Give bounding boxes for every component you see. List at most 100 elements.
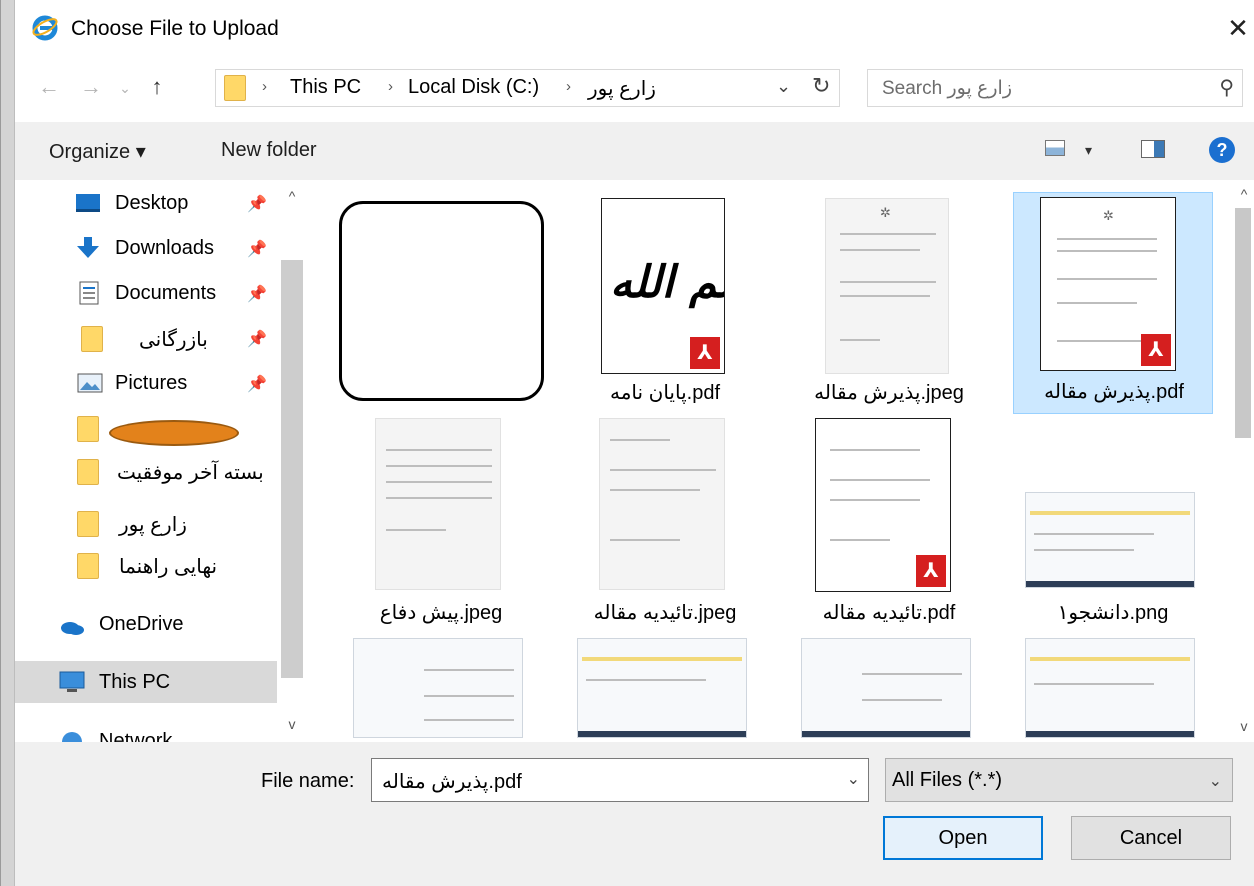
file-tile[interactable]: ⅄ تائیدیه مقاله.pdf <box>789 416 989 638</box>
pdf-icon: ⅄ <box>916 555 946 587</box>
file-list-scroll-thumb[interactable] <box>1235 208 1251 438</box>
breadcrumb-local-disk[interactable]: Local Disk (C:) <box>408 76 539 99</box>
title-bar: Choose File to Upload ✕ <box>15 0 1254 56</box>
file-list-scrollbar[interactable]: ^ v <box>1231 180 1254 742</box>
organize-menu[interactable]: Organize ▾ <box>49 139 146 164</box>
view-options-dropdown-icon[interactable]: ▾ <box>1085 142 1092 159</box>
sidebar-item-bazargani[interactable]: بازرگانی 📌 <box>15 317 277 359</box>
file-selection-panel: File name: پذیرش مقاله.pdf ⌄ All Files (… <box>15 742 1254 886</box>
sidebar-item-label: This PC <box>99 671 171 693</box>
pin-icon[interactable]: 📌 <box>247 374 267 394</box>
pin-icon[interactable]: 📌 <box>247 284 267 304</box>
search-placeholder: Search زارع پور <box>882 78 1013 99</box>
jpeg-thumbnail <box>599 418 725 590</box>
search-icon[interactable]: ⚲ <box>1219 75 1234 100</box>
file-tile[interactable] <box>1013 636 1213 742</box>
scroll-down-icon[interactable]: v <box>281 716 303 732</box>
jpeg-thumbnail: ✲ <box>825 198 949 374</box>
file-name-label: File name: <box>261 770 355 792</box>
sidebar-scroll-thumb[interactable] <box>281 260 303 678</box>
breadcrumb-separator: › <box>388 78 393 95</box>
file-type-dropdown-icon[interactable]: ⌄ <box>1209 771 1222 791</box>
background-window-edge <box>1 0 15 886</box>
file-tile[interactable]: دانشجو۱.png <box>1013 416 1213 638</box>
file-type-value: All Files (*.*) <box>892 769 1003 791</box>
sidebar-item-documents[interactable]: Documents 📌 <box>15 272 277 314</box>
sidebar-item-label: بازرگانی <box>139 329 208 351</box>
file-tile[interactable] <box>341 636 541 742</box>
file-name: دانشجو۱.png <box>1057 602 1169 624</box>
sidebar-item-final-package[interactable]: بسته آخر موفقیت <box>15 450 277 492</box>
sidebar-item-label: Desktop <box>115 192 189 214</box>
png-thumbnail <box>801 638 971 738</box>
close-button[interactable]: ✕ <box>1221 8 1254 48</box>
sidebar-item-label: Pictures <box>115 372 188 394</box>
pdf-icon: ⅄ <box>1141 334 1171 366</box>
breadcrumb-separator: › <box>262 78 267 95</box>
sidebar-item-final-guide[interactable]: نهایی راهنما <box>15 544 277 586</box>
sidebar-item-onedrive[interactable]: OneDrive <box>15 603 277 645</box>
seal-icon: ✲ <box>880 205 891 220</box>
file-type-select[interactable]: All Files (*.*) ⌄ <box>885 758 1233 802</box>
pin-icon[interactable]: 📌 <box>247 329 267 349</box>
scroll-up-icon[interactable]: ^ <box>1233 186 1254 202</box>
file-name: پذیرش مقاله.jpeg <box>814 382 964 404</box>
file-name: تائیدیه مقاله.jpeg <box>593 602 737 624</box>
sidebar-item-zarepour[interactable]: زارع پور <box>15 502 277 544</box>
change-view-icon[interactable] <box>1045 140 1065 156</box>
downloads-icon <box>77 237 99 258</box>
folder-icon <box>224 75 246 101</box>
sidebar-scrollbar[interactable]: ^ v <box>277 180 307 742</box>
file-upload-dialog: Choose File to Upload ✕ ← → ⌄ ↑ › This P… <box>0 0 1254 886</box>
pdf-thumbnail: ✲ ⅄ <box>1040 197 1176 371</box>
new-folder-button[interactable]: New folder <box>221 139 317 162</box>
file-tile[interactable] <box>565 636 765 742</box>
file-name: پایان نامه.pdf <box>609 382 721 404</box>
back-arrow-icon[interactable]: ← <box>35 74 63 100</box>
folder-icon <box>77 459 99 485</box>
sidebar-item-label: Network <box>99 730 173 742</box>
sidebar-item-label: Documents <box>115 282 217 304</box>
pin-icon[interactable]: 📌 <box>247 194 267 214</box>
forward-arrow-icon[interactable]: → <box>77 74 105 100</box>
file-tile[interactable] <box>789 636 989 742</box>
sidebar-item-label: Downloads <box>115 237 214 259</box>
up-arrow-icon[interactable]: ↑ <box>143 74 171 100</box>
file-tile[interactable]: بسم الله ⅄ پایان نامه.pdf <box>565 194 765 416</box>
refresh-icon[interactable]: ↻ <box>812 73 830 99</box>
calligraphy-text: بسم الله <box>610 257 724 308</box>
address-dropdown-icon[interactable]: ⌄ <box>776 76 791 97</box>
sidebar-item-this-pc[interactable]: This PC <box>15 661 277 703</box>
preview-pane-icon[interactable] <box>1141 140 1165 158</box>
sidebar-item-network[interactable]: Network <box>15 720 277 742</box>
help-icon[interactable]: ? <box>1209 137 1235 163</box>
sidebar-item-downloads[interactable]: Downloads 📌 <box>15 227 277 269</box>
breadcrumb-this-pc[interactable]: This PC <box>290 76 361 99</box>
navigation-bar: ← → ⌄ ↑ › This PC › Local Disk (C:) › زا… <box>15 58 1254 118</box>
scroll-down-icon[interactable]: v <box>1233 718 1254 734</box>
pdf-icon: ⅄ <box>690 337 720 369</box>
address-bar[interactable]: › This PC › Local Disk (C:) › زارع پور ⌄… <box>215 69 840 107</box>
scroll-up-icon[interactable]: ^ <box>281 188 303 204</box>
breadcrumb-current-folder[interactable]: زارع پور <box>588 76 656 101</box>
sidebar-item-desktop[interactable]: Desktop 📌 <box>15 182 277 224</box>
file-tile[interactable]: ✲ پذیرش مقاله.jpeg <box>789 194 989 416</box>
png-thumbnail <box>1025 638 1195 738</box>
file-tile[interactable]: پیش دفاع.jpeg <box>341 416 541 638</box>
png-thumbnail <box>1025 492 1195 588</box>
cancel-button[interactable]: Cancel <box>1071 816 1231 860</box>
open-button[interactable]: Open <box>883 816 1043 860</box>
recent-locations-icon[interactable]: ⌄ <box>111 80 139 97</box>
file-tile-selected[interactable]: ✲ ⅄ پذیرش مقاله.pdf <box>1013 192 1213 414</box>
seal-icon: ✲ <box>1103 208 1114 223</box>
file-name-input[interactable]: پذیرش مقاله.pdf ⌄ <box>371 758 869 802</box>
folder-icon <box>77 416 99 442</box>
pin-icon[interactable]: 📌 <box>247 239 267 259</box>
file-tile[interactable]: تائیدیه مقاله.jpeg <box>565 416 765 638</box>
search-input[interactable]: Search زارع پور ⚲ <box>867 69 1243 107</box>
png-thumbnail <box>353 638 523 738</box>
folder-icon <box>77 511 99 537</box>
file-name-dropdown-icon[interactable]: ⌄ <box>847 769 860 789</box>
file-name: پذیرش مقاله.pdf <box>1044 381 1184 403</box>
sidebar-item-pictures[interactable]: Pictures 📌 <box>15 362 277 404</box>
